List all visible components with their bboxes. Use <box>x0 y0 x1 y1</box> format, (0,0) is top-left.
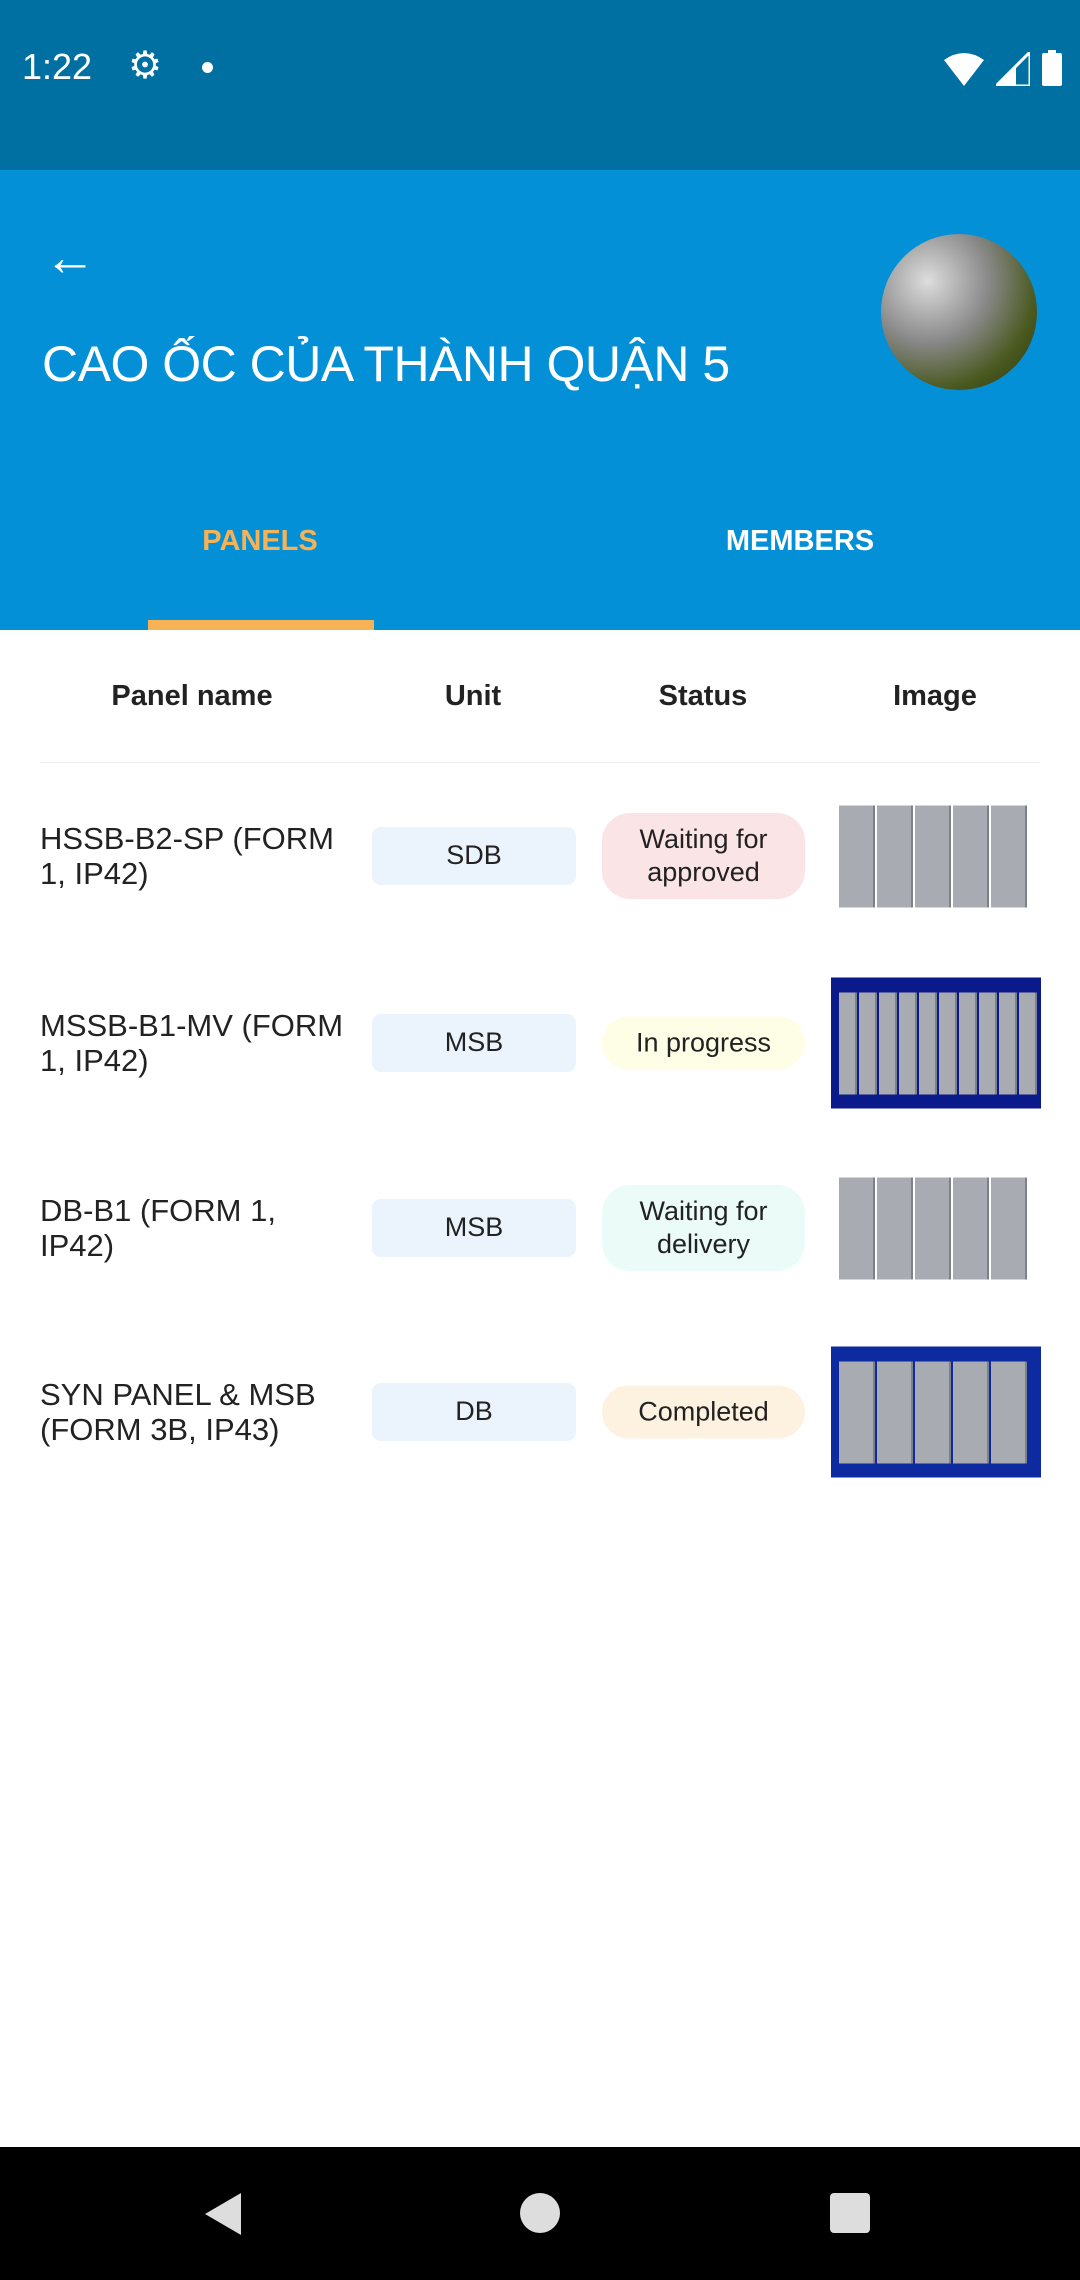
panel-name: DB-B1 (FORM 1, IP42) <box>40 1192 276 1263</box>
unit-badge: MSB <box>372 1198 576 1257</box>
status-badge: In progress <box>602 1016 805 1069</box>
arrow-left-icon: ← <box>44 229 96 287</box>
panel-name: HSSB-B2-SP (FORM 1, IP42) <box>40 820 334 891</box>
notification-dot-icon <box>202 62 213 73</box>
panel-image[interactable] <box>831 1162 1041 1293</box>
tab-panels[interactable]: PANELS <box>0 525 530 558</box>
panel-name: SYN PANEL & MSB (FORM 3B, IP43) <box>40 1376 316 1447</box>
app-header: ← CAO ỐC CỦA THÀNH QUẬN 5 PANELS MEMBERS <box>0 170 1080 630</box>
status-time: 1:22 <box>22 46 93 87</box>
navigation-bar <box>0 2147 1080 2280</box>
table-row[interactable]: DB-B1 (FORM 1, IP42) MSB Waiting for del… <box>0 1135 1080 1320</box>
status-label: In progress <box>635 1027 772 1057</box>
status-label: Completed <box>638 1396 769 1426</box>
unit-badge: DB <box>372 1382 576 1441</box>
unit-label: SDB <box>446 840 502 870</box>
active-tab-indicator <box>148 620 374 630</box>
table-row[interactable]: MSSB-B1-MV (FORM 1, IP42) MSB In progres… <box>0 950 1080 1135</box>
avatar[interactable] <box>881 234 1037 390</box>
status-badge: Completed <box>602 1385 805 1438</box>
column-header-panel-name: Panel name <box>111 680 273 712</box>
back-triangle-icon[interactable] <box>205 2193 241 2235</box>
status-badge: Waiting for delivery <box>602 1184 805 1271</box>
gear-icon: ⚙ <box>128 45 163 87</box>
battery-icon <box>1042 50 1062 86</box>
panel-image[interactable] <box>831 790 1041 921</box>
back-button[interactable]: ← <box>44 230 110 286</box>
tab-members[interactable]: MEMBERS <box>530 525 1070 558</box>
unit-label: DB <box>455 1396 493 1426</box>
panel-image[interactable] <box>831 1346 1041 1477</box>
column-header-unit: Unit <box>444 680 502 712</box>
recents-square-icon[interactable] <box>830 2193 870 2233</box>
status-label: Waiting for delivery <box>639 1195 768 1259</box>
page-title: CAO ỐC CỦA THÀNH QUẬN 5 <box>42 336 730 392</box>
home-circle-icon[interactable] <box>520 2193 560 2233</box>
column-header-image: Image <box>893 680 977 712</box>
panel-name: MSSB-B1-MV (FORM 1, IP42) <box>40 1007 344 1078</box>
wifi-icon <box>944 53 984 86</box>
table-row[interactable]: HSSB-B2-SP (FORM 1, IP42) SDB Waiting fo… <box>0 763 1080 948</box>
panel-image[interactable] <box>831 977 1041 1108</box>
unit-badge: MSB <box>372 1013 576 1072</box>
unit-label: MSB <box>444 1027 504 1057</box>
unit-label: MSB <box>444 1212 504 1242</box>
signal-icon <box>996 52 1030 86</box>
column-header-status: Status <box>658 680 748 712</box>
status-badge: Waiting for approved <box>602 812 805 899</box>
unit-badge: SDB <box>372 826 576 885</box>
status-bar: 1:22 ⚙ <box>0 0 1080 170</box>
table-row[interactable]: SYN PANEL & MSB (FORM 3B, IP43) DB Compl… <box>0 1319 1080 1504</box>
status-label: Waiting for approved <box>639 823 768 887</box>
